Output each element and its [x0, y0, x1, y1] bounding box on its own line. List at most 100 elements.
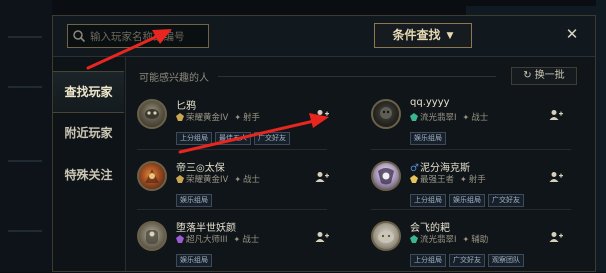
player-meta: 荣耀黄金IV ✦ 战士 — [176, 173, 260, 185]
chevron-down-icon: ▼ — [446, 31, 454, 41]
player-rank: 最强王者 — [420, 175, 455, 185]
player-role: 战士 — [242, 235, 260, 245]
player-meta: 荣耀黄金IV ✦ 射手 — [176, 111, 260, 123]
player-card[interactable]: 堕落半世妖颜 超凡大师III ✦ 战士 娱乐组局 — [137, 217, 367, 273]
role-icon: ✦ — [234, 175, 242, 184]
tag: 娱乐组局 — [449, 194, 485, 207]
player-name: 匕鸦 — [176, 101, 196, 112]
add-friend-icon[interactable] — [549, 171, 563, 183]
player-name: 帝三◎太保 — [176, 163, 225, 174]
divider — [137, 149, 327, 150]
tag: 上分组局 — [410, 194, 446, 207]
sidebar: 查找玩家 附近玩家 特殊关注 — [53, 57, 126, 271]
rank-gold-icon — [176, 175, 184, 183]
rank-gold-icon — [176, 113, 184, 121]
background-sidebar — [0, 0, 52, 272]
background-line — [8, 230, 42, 232]
add-friend-icon[interactable] — [315, 109, 329, 121]
content-area: 可能感兴趣的人 ↻ 换一批 匕鸦 荣耀黄金IV ✦ 射手 上分组局 最佳五人 广交好友 q… — [126, 57, 595, 271]
player-rank: 荣耀黄金IV — [186, 175, 229, 185]
player-rank: 流光翡翠I — [420, 235, 457, 245]
refresh-icon: ↻ — [523, 70, 532, 81]
tag: 上分组局 — [410, 254, 446, 267]
rank-master-icon — [176, 235, 184, 243]
player-card[interactable]: 匕鸦 荣耀黄金IV ✦ 射手 上分组局 最佳五人 广交好友 — [137, 95, 367, 151]
tag: 娱乐组局 — [410, 132, 446, 145]
tag: 娱乐组局 — [176, 194, 212, 207]
avatar[interactable] — [137, 99, 167, 129]
avatar[interactable] — [137, 221, 167, 251]
player-meta: 超凡大师III ✦ 战士 — [176, 233, 259, 245]
divider — [371, 209, 571, 210]
search-icon — [73, 30, 86, 43]
search-input[interactable] — [88, 27, 208, 47]
section-title: 可能感兴趣的人 — [139, 73, 209, 84]
player-rank: 荣耀黄金IV — [186, 113, 229, 123]
player-card[interactable]: 帝三◎太保 荣耀黄金IV ✦ 战士 娱乐组局 — [137, 157, 367, 213]
player-role: 战士 — [243, 175, 261, 185]
close-icon[interactable]: ✕ — [563, 24, 581, 44]
divider — [137, 209, 327, 210]
player-name: 堕落半世妖颜 — [176, 223, 236, 234]
player-tags: 上分组局 广交好友 观察团队 — [410, 247, 527, 267]
player-meta: 流光翡翠I ✦ 辅助 — [410, 233, 488, 245]
avatar[interactable] — [371, 161, 401, 191]
player-name: 会飞的耙 — [410, 223, 450, 234]
background-line — [8, 86, 42, 88]
player-tags: 娱乐组局 — [176, 187, 215, 207]
tag: 娱乐组局 — [176, 254, 212, 267]
player-name: ♂泥分海克斯 — [410, 159, 470, 174]
player-meta: 流光翡翠I ✦ 战士 — [410, 111, 488, 123]
sidebar-item-find-player[interactable]: 查找玩家 — [53, 71, 124, 113]
role-icon: ✦ — [462, 235, 470, 244]
player-card[interactable]: qq.yyyy 流光翡翠I ✦ 战士 娱乐组局 — [371, 95, 601, 151]
player-rank: 流光翡翠I — [420, 113, 457, 123]
tag: 广交好友 — [254, 132, 290, 145]
background-line — [8, 36, 42, 38]
tag: 广交好友 — [449, 254, 485, 267]
player-role: 战士 — [471, 113, 489, 123]
divider — [371, 149, 571, 150]
player-name: qq.yyyy — [410, 97, 450, 108]
player-tags: 上分组局 娱乐组局 广交好友 — [410, 187, 527, 207]
player-role: 射手 — [243, 113, 261, 123]
search-box[interactable] — [67, 24, 209, 48]
add-friend-icon[interactable] — [315, 171, 329, 183]
rank-emerald-icon — [410, 235, 418, 243]
tag: 广交好友 — [488, 194, 524, 207]
avatar[interactable] — [371, 221, 401, 251]
player-role: 辅助 — [471, 235, 489, 245]
player-role: 射手 — [468, 175, 486, 185]
tag: 最佳五人 — [215, 132, 251, 145]
filter-search-button[interactable]: 条件查找 ▼ — [374, 23, 472, 48]
add-friend-icon[interactable] — [315, 231, 329, 243]
add-friend-icon[interactable] — [549, 231, 563, 243]
dialog-toolbar: 条件查找 ▼ ✕ — [53, 16, 595, 57]
find-player-dialog: 条件查找 ▼ ✕ 查找玩家 附近玩家 特殊关注 可能感兴趣的人 ↻换一批 匕鸦 荣… — [52, 15, 596, 272]
player-rank: 超凡大师III — [186, 235, 228, 245]
player-card[interactable]: ♂泥分海克斯 最强王者 ✦ 射手 上分组局 娱乐组局 广交好友 — [371, 157, 601, 213]
rank-challenger-icon — [410, 175, 418, 183]
filter-search-label: 条件查找 — [392, 28, 441, 42]
rank-emerald-icon — [410, 113, 418, 121]
role-icon: ✦ — [233, 235, 241, 244]
avatar[interactable] — [371, 99, 401, 129]
refresh-label: 换一批 — [534, 70, 565, 81]
tag: 观察团队 — [488, 254, 524, 267]
player-card[interactable]: 会飞的耙 流光翡翠I ✦ 辅助 上分组局 广交好友 观察团队 — [371, 217, 601, 273]
sidebar-item-nearby-players[interactable]: 附近玩家 — [53, 113, 124, 153]
role-icon: ✦ — [234, 113, 242, 122]
sidebar-item-special-follow[interactable]: 特殊关注 — [53, 155, 124, 195]
background-line — [8, 160, 42, 162]
refresh-button[interactable]: ↻ 换一批 — [511, 67, 577, 85]
divider — [218, 76, 496, 77]
player-tags: 娱乐组局 — [410, 125, 449, 145]
role-icon: ✦ — [460, 175, 467, 184]
role-icon: ✦ — [462, 113, 470, 122]
tag: 上分组局 — [176, 132, 212, 145]
player-tags: 上分组局 最佳五人 广交好友 — [176, 125, 293, 145]
add-friend-icon[interactable] — [549, 109, 563, 121]
avatar[interactable] — [137, 161, 167, 191]
player-tags: 娱乐组局 — [176, 247, 215, 267]
player-meta: 最强王者 ✦ 射手 — [410, 173, 486, 185]
